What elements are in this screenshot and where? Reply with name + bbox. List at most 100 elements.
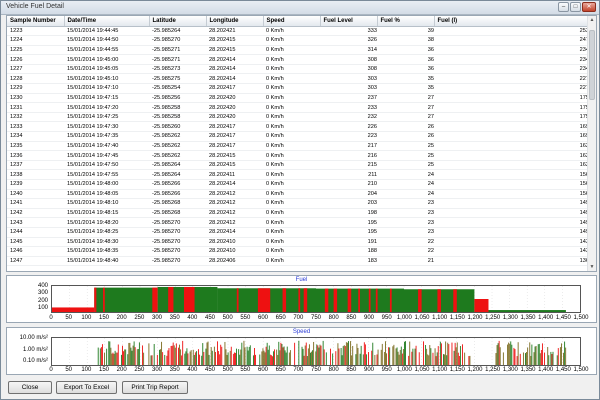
x-tick-label: 1,450: [555, 367, 571, 373]
speed-bar: [284, 350, 286, 365]
vertical-scrollbar[interactable]: ▲ ▼: [587, 16, 596, 271]
table-row[interactable]: 1239 15/01/2014 19:48:00 -25.985266 28.2024…: [7, 179, 589, 190]
speed-bar: [130, 347, 132, 365]
column-header[interactable]: Longitude: [206, 16, 264, 27]
speed-bar: [401, 353, 403, 365]
speed-bar: [318, 347, 320, 365]
table-row[interactable]: 1232 15/01/2014 19:47:25 -25.985258 28.2024…: [7, 112, 589, 123]
scrollbar-thumb[interactable]: [589, 30, 595, 100]
table-cell: 0 Km/h: [263, 93, 320, 104]
speed-bar: [179, 344, 180, 365]
speed-bar: [192, 349, 194, 365]
table-row[interactable]: 1237 15/01/2014 19:47:50 -25.985264 28.2024…: [7, 160, 589, 171]
speed-bar: [541, 343, 543, 365]
table-row[interactable]: 1223 15/01/2014 19:44:45 -25.985264 28.2024…: [7, 26, 589, 37]
speed-bar: [502, 352, 504, 365]
table-cell: 15/01/2014 19:48:35: [64, 246, 149, 257]
table-row[interactable]: 1242 15/01/2014 19:48:15 -25.985268 28.2024…: [7, 208, 589, 219]
speed-bar: [211, 350, 213, 365]
table-row[interactable]: 1241 15/01/2014 19:48:10 -25.985268 28.2024…: [7, 198, 589, 209]
table-row[interactable]: 1243 15/01/2014 19:48:20 -25.985270 28.2024…: [7, 217, 589, 228]
table-row[interactable]: 1225 15/01/2014 19:44:55 -25.985271 28.2024…: [7, 45, 589, 56]
table-row[interactable]: 1233 15/01/2014 19:47:30 -25.985260 28.2024…: [7, 121, 589, 133]
table-row[interactable]: 1224 15/01/2014 19:44:50 -25.985270 28.2024…: [7, 35, 589, 46]
speed-bar: [229, 350, 231, 365]
table-cell: 0 Km/h: [263, 256, 320, 267]
speed-bar: [362, 354, 364, 365]
speed-bar: [395, 348, 397, 365]
speed-bar: [235, 352, 236, 365]
x-tick-label: 1,100: [432, 367, 448, 373]
close-icon[interactable]: ✕: [582, 2, 596, 12]
speed-bar: [468, 356, 470, 365]
table-row[interactable]: 1235 15/01/2014 19:47:40 -25.985262 28.2024…: [7, 141, 589, 152]
speed-bar: [415, 345, 417, 365]
table-cell: 15/01/2014 19:47:55: [64, 169, 149, 180]
column-header[interactable]: Fuel Level: [320, 16, 378, 27]
fuel-red-band: [389, 288, 392, 312]
maximize-icon[interactable]: □: [570, 2, 581, 12]
table-cell: -25.985270: [149, 227, 206, 238]
table-row[interactable]: 1234 15/01/2014 19:47:35 -25.985262 28.2024…: [7, 131, 589, 142]
speed-bar: [266, 342, 268, 365]
table-cell: 15/01/2014 19:45:00: [64, 54, 149, 65]
column-header[interactable]: Date/Time: [64, 16, 150, 27]
close-button[interactable]: Close: [8, 381, 52, 394]
column-header[interactable]: Fuel %: [377, 16, 435, 27]
table-row[interactable]: 1247 15/01/2014 19:48:40 -25.985270 28.2024…: [7, 256, 589, 267]
speed-bar: [310, 352, 311, 365]
table-row[interactable]: 1226 15/01/2014 19:45:00 -25.985271 28.2024…: [7, 54, 589, 65]
print-trip-report-button[interactable]: Print Trip Report: [122, 381, 188, 394]
y-tick-label: 0.10 m/s²: [22, 358, 48, 364]
speed-bar: [220, 344, 222, 365]
fuel-data-grid[interactable]: Sample Number Date/Time Latitude Longitude S…: [6, 15, 597, 272]
column-header[interactable]: Sample Number: [7, 16, 65, 27]
speed-bar: [496, 345, 498, 365]
speed-bar: [383, 351, 385, 365]
speed-bar: [544, 352, 545, 365]
table-row[interactable]: 1231 15/01/2014 19:47:20 -25.985258 28.2024…: [7, 102, 589, 113]
fuel-red-band: [368, 288, 371, 312]
table-row[interactable]: 1227 15/01/2014 19:45:05 -25.985273 28.2024…: [7, 64, 589, 75]
table-row[interactable]: 1245 15/01/2014 19:48:30 -25.985270 28.2024…: [7, 237, 589, 248]
table-cell: 28.202414: [206, 179, 263, 190]
speed-bar: [180, 349, 182, 365]
column-header[interactable]: Fuel (l): [434, 16, 590, 27]
speed-bar: [560, 343, 562, 365]
window-controls: – □ ✕: [558, 2, 596, 12]
table-row[interactable]: 1238 15/01/2014 19:47:55 -25.985264 28.2024…: [7, 169, 589, 180]
column-header[interactable]: Speed: [263, 16, 321, 27]
fuel-red-band: [236, 288, 239, 312]
table-row[interactable]: 1230 15/01/2014 19:47:15 -25.985256 28.2024…: [7, 93, 589, 104]
table-cell: 39: [377, 26, 434, 37]
table-cell: -25.985270: [149, 256, 206, 267]
scroll-down-icon[interactable]: ▼: [588, 263, 596, 271]
speed-bar: [344, 346, 346, 365]
speed-bar: [110, 347, 112, 365]
speed-bar: [276, 349, 278, 365]
table-cell: 27: [377, 102, 434, 113]
table-cell: 156: [434, 189, 589, 200]
speed-bar: [322, 340, 324, 365]
speed-bar: [289, 350, 291, 365]
speed-bar: [434, 348, 436, 365]
scroll-up-icon[interactable]: ▲: [588, 16, 596, 24]
title-bar[interactable]: Vehicle Fuel Detail – □ ✕: [1, 1, 599, 15]
table-cell: 0 Km/h: [263, 35, 320, 46]
minimize-icon[interactable]: –: [558, 2, 569, 12]
table-row[interactable]: 1246 15/01/2014 19:48:35 -25.985270 28.2024…: [7, 246, 589, 257]
x-tick-label: 1,300: [502, 315, 518, 321]
column-header[interactable]: Latitude: [149, 16, 207, 27]
table-row[interactable]: 1244 15/01/2014 19:48:25 -25.985270 28.2024…: [7, 227, 589, 238]
speed-bar: [153, 343, 155, 365]
table-row[interactable]: 1236 15/01/2014 19:47:45 -25.985262 28.2024…: [7, 150, 589, 161]
table-cell: 1235: [7, 141, 64, 152]
table-row[interactable]: 1240 15/01/2014 19:48:05 -25.985266 28.2024…: [7, 189, 589, 200]
table-row[interactable]: 1228 15/01/2014 19:45:10 -25.985275 28.2024…: [7, 73, 589, 85]
speed-bar: [397, 351, 399, 365]
speed-bar: [302, 348, 304, 365]
export-to-excel-button[interactable]: Export To Excel: [56, 381, 117, 394]
table-row[interactable]: 1229 15/01/2014 19:47:10 -25.985254 28.2024…: [7, 83, 589, 94]
speed-bar: [323, 349, 325, 365]
table-cell: 0 Km/h: [263, 150, 320, 161]
